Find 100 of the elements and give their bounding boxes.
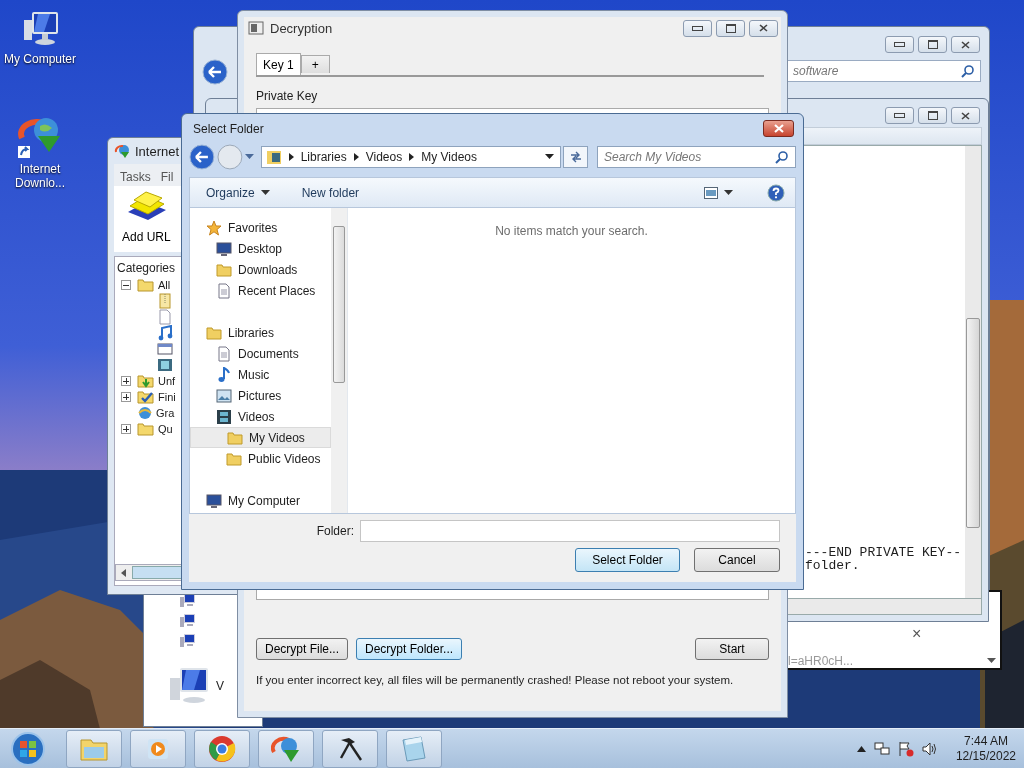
- close-icon: [961, 40, 970, 49]
- search-icon: [775, 150, 789, 164]
- clock-date[interactable]: 12/15/2022: [955, 748, 1016, 764]
- taskbar-button[interactable]: [322, 729, 378, 768]
- clock-time[interactable]: 7:44 AM: [963, 733, 1008, 749]
- maximize-button[interactable]: [918, 36, 947, 53]
- scroll-down-icon[interactable]: [987, 658, 996, 664]
- desktop-icon-label[interactable]: Internet Downlo...: [1, 162, 79, 190]
- help-icon[interactable]: [767, 183, 785, 202]
- breadcrumb-item[interactable]: Libraries: [300, 150, 347, 164]
- decrypt-button[interactable]: Decrypt Folder...: [356, 638, 463, 660]
- back-button[interactable]: [202, 59, 228, 85]
- music-note-icon[interactable]: [157, 325, 173, 341]
- search-icon: [961, 64, 975, 78]
- close-button[interactable]: [763, 120, 794, 137]
- breadcrumb-arrow-icon: [409, 153, 415, 161]
- start-button[interactable]: Start: [695, 638, 769, 660]
- search-field[interactable]: software: [787, 60, 981, 82]
- expand-toggle[interactable]: [121, 376, 131, 386]
- view-icon[interactable]: [704, 186, 718, 199]
- navigation-item[interactable]: Downloads: [190, 259, 331, 280]
- flag-icon[interactable]: [897, 740, 914, 757]
- monitor-icon: [206, 492, 222, 509]
- back-button[interactable]: [189, 144, 215, 170]
- search-field[interactable]: Search My Videos: [597, 146, 796, 168]
- caret-icon[interactable]: [545, 154, 555, 160]
- organize-button[interactable]: Organize: [202, 183, 274, 202]
- warning-text: If you enter incorrect key, all files will be permanently crashed! Please not reboot your system.: [256, 674, 735, 686]
- window-icon[interactable]: [157, 341, 173, 357]
- tab[interactable]: +: [300, 55, 330, 73]
- navigation-item[interactable]: Pictures: [190, 385, 331, 406]
- close-button[interactable]: ×: [912, 626, 922, 642]
- computer-icon: [180, 614, 196, 628]
- document-icon: [216, 345, 232, 362]
- computer-icon: [180, 634, 196, 648]
- start-button[interactable]: [10, 730, 46, 767]
- scroll-left-icon[interactable]: [121, 568, 127, 577]
- expand-toggle[interactable]: [121, 424, 131, 434]
- tree-item[interactable]: Gra: [156, 407, 175, 419]
- breadcrumb-item[interactable]: Videos: [365, 150, 403, 164]
- film-icon[interactable]: [157, 357, 173, 373]
- close-icon: [773, 124, 784, 133]
- navigation-item[interactable]: Videos: [190, 406, 331, 427]
- navigation-item[interactable]: Recent Places: [190, 280, 331, 301]
- network-icon[interactable]: [873, 740, 890, 757]
- tab[interactable]: Key 1: [256, 53, 301, 75]
- tree-item[interactable]: Fini: [158, 391, 176, 403]
- minimize-button[interactable]: [885, 107, 914, 124]
- breadcrumb-item[interactable]: My Videos: [421, 150, 477, 164]
- navigation-item[interactable]: Favorites: [190, 217, 331, 238]
- navigation-item[interactable]: Music: [190, 364, 331, 385]
- text-line: folder.: [805, 559, 861, 572]
- folder-field[interactable]: [360, 520, 780, 542]
- expand-toggle[interactable]: [121, 392, 131, 402]
- navigation-item[interactable]: My Computer: [190, 490, 331, 511]
- caret-icon: [260, 189, 270, 196]
- new-folder-button[interactable]: New folder: [297, 183, 364, 202]
- vertical-scrollbar[interactable]: [965, 146, 981, 598]
- refresh-button[interactable]: [563, 146, 588, 168]
- expand-toggle[interactable]: [121, 280, 131, 290]
- navigation-item[interactable]: Desktop: [190, 238, 331, 259]
- document-icon: [216, 282, 232, 299]
- monitor-icon: [216, 240, 232, 257]
- desktop-icon-label[interactable]: My Computer: [1, 52, 79, 66]
- maximize-button[interactable]: [918, 107, 947, 124]
- minimize-button[interactable]: [885, 36, 914, 53]
- field-label: Folder:: [316, 524, 354, 538]
- decrypt-button[interactable]: Decrypt File...: [256, 638, 348, 660]
- speaker-icon[interactable]: [921, 740, 938, 757]
- close-icon: [759, 24, 768, 32]
- close-button[interactable]: [749, 19, 778, 37]
- dialog-button[interactable]: Select Folder: [575, 548, 680, 572]
- maximize-button[interactable]: [716, 19, 745, 37]
- tree-item[interactable]: Unf: [158, 375, 176, 387]
- window-title: Select Folder: [193, 121, 264, 136]
- tree-item[interactable]: Qu: [158, 423, 173, 435]
- tree-item[interactable]: All: [158, 279, 171, 291]
- notepad-icon: [399, 733, 429, 764]
- navigation-item[interactable]: Public Videos: [190, 448, 331, 469]
- navigation-item[interactable]: Libraries: [190, 322, 331, 343]
- address-bar[interactable]: Libraries Videos My Videos: [260, 146, 562, 168]
- add-url-button[interactable]: Add URL: [122, 190, 171, 244]
- navigation-item[interactable]: My Videos: [190, 427, 331, 448]
- show-hidden-icons-icon[interactable]: [856, 745, 866, 752]
- minimize-button[interactable]: [683, 19, 712, 37]
- browser-icon: [207, 733, 237, 764]
- navigation-item[interactable]: Documents: [190, 343, 331, 364]
- panel-title: Categories: [117, 261, 176, 275]
- close-button[interactable]: [951, 107, 980, 124]
- item-label: V: [216, 679, 224, 693]
- menu-item[interactable]: Fil: [160, 170, 174, 184]
- menu-item[interactable]: Tasks: [120, 170, 151, 184]
- close-button[interactable]: [951, 36, 980, 53]
- caret-icon[interactable]: [724, 189, 733, 196]
- dialog-button[interactable]: Cancel: [694, 548, 780, 572]
- globe-icon: [137, 405, 153, 421]
- app-icon: [248, 21, 264, 35]
- folder-icon: [206, 324, 222, 341]
- folder-icon: [137, 277, 155, 293]
- vertical-scrollbar[interactable]: [331, 208, 347, 513]
